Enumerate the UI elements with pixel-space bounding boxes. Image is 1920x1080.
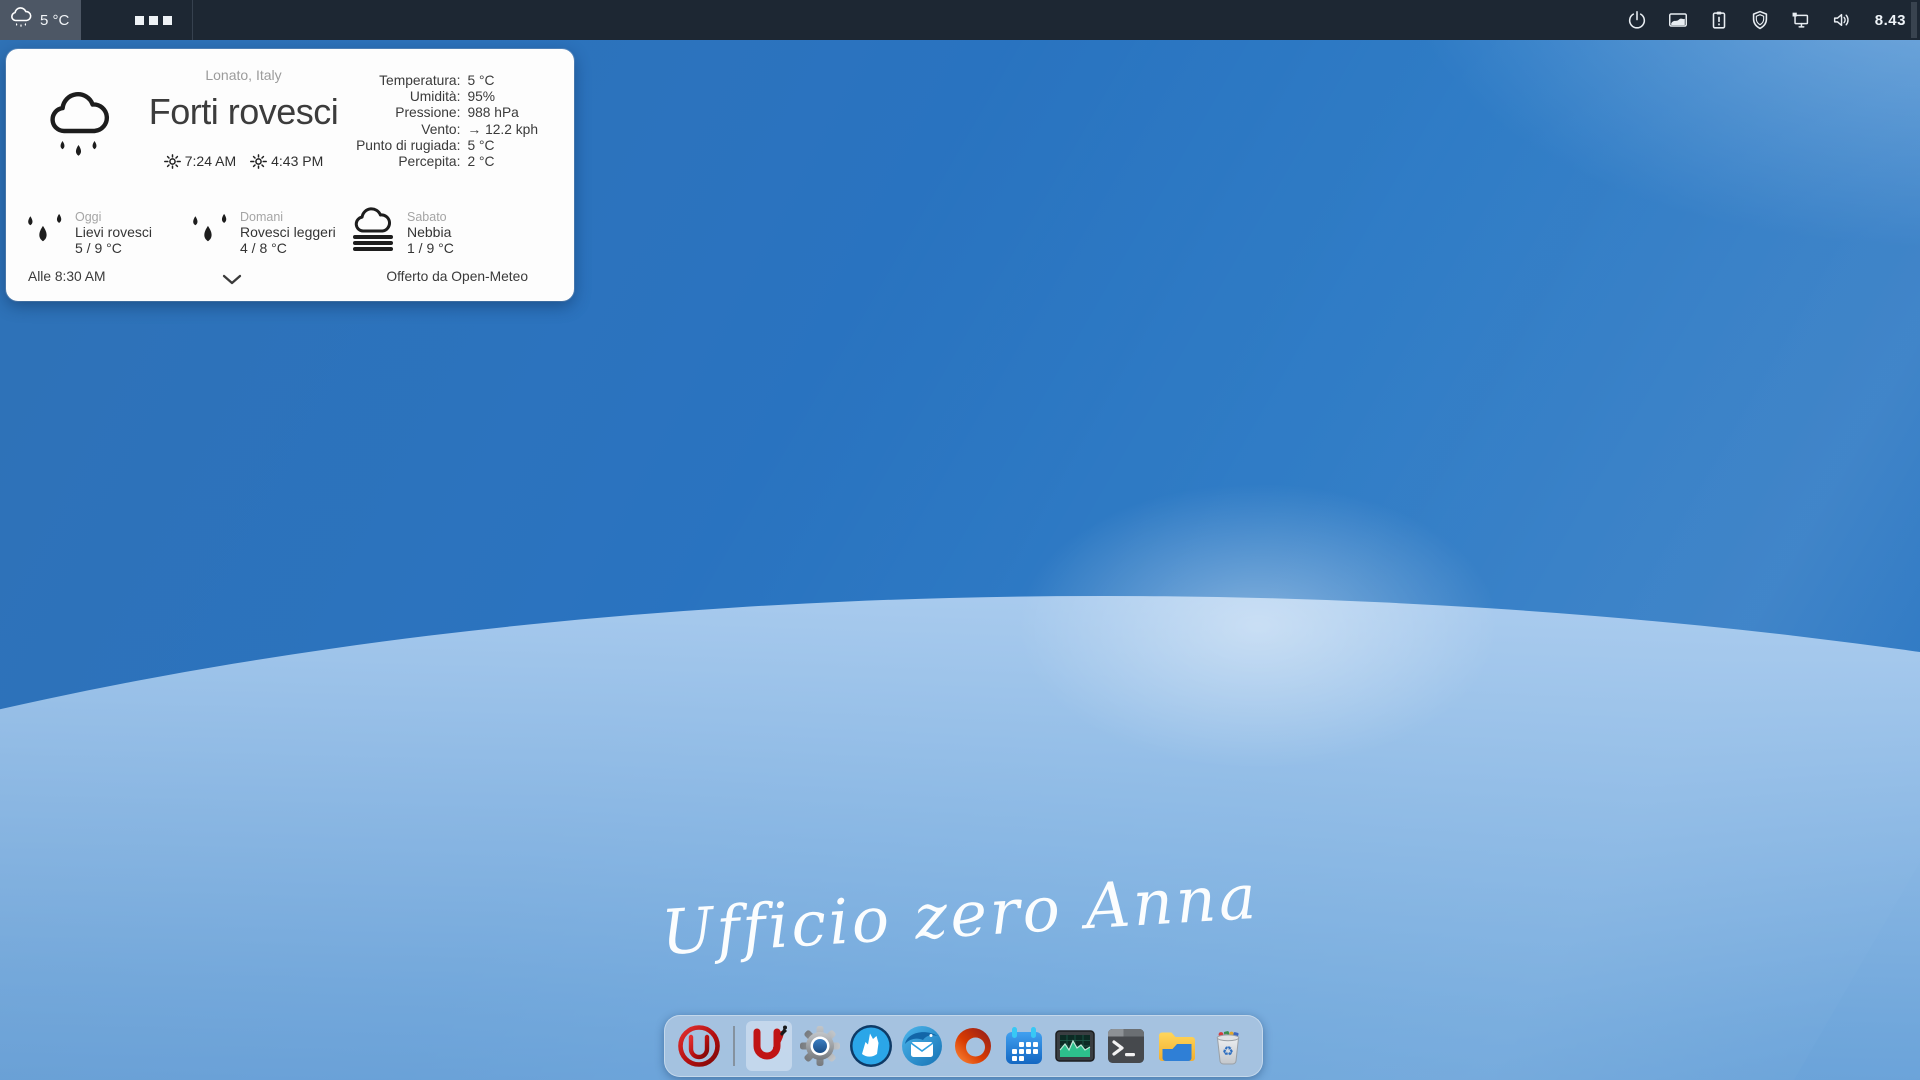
panel-clock[interactable]: 8.43 (1875, 12, 1906, 29)
sunrise-row: 7:24 AM (164, 153, 236, 169)
dock-item-trash[interactable]: ♻ (1205, 1021, 1251, 1071)
dock-item-office[interactable] (950, 1021, 996, 1071)
detail-label: Pressione: (356, 106, 460, 120)
rain-drops-icon (185, 207, 231, 258)
svg-text:♻: ♻ (1222, 1045, 1234, 1060)
detail-label: Percepita: (356, 155, 460, 169)
weather-updated: Alle 8:30 AM (28, 269, 105, 284)
weather-condition: Forti rovesci (101, 91, 386, 133)
dock-item-terminal[interactable] (1103, 1021, 1149, 1071)
weather-popover: Lonato, Italy Forti rovesci 7:24 AM 4:43… (6, 49, 574, 301)
weather-card-main: Lonato, Italy Forti rovesci 7:24 AM 4:43… (101, 67, 386, 169)
display-brightness-icon[interactable] (1666, 8, 1690, 32)
forecast-temps: 1 / 9 °C (407, 240, 454, 256)
calendar-icon (1002, 1024, 1046, 1068)
rain-cloud-icon (8, 6, 34, 34)
office-icon (951, 1024, 995, 1068)
panel-weather-applet[interactable]: 5 °C (0, 0, 81, 40)
volume-icon[interactable] (1830, 8, 1854, 32)
system-tray: 8.43 (1625, 0, 1906, 40)
panel-edge-widget[interactable] (1911, 2, 1917, 38)
thunderbird-icon (900, 1024, 944, 1068)
shield-icon[interactable] (1748, 8, 1772, 32)
chevron-down-icon[interactable] (218, 270, 246, 288)
forecast-temps: 4 / 8 °C (240, 240, 336, 256)
forecast-condition: Nebbia (407, 224, 454, 240)
sunrise-time: 7:24 AM (185, 153, 236, 169)
dock: ♻ (664, 1015, 1263, 1077)
dock-item-system-monitor[interactable] (1052, 1021, 1098, 1071)
panel-separator (192, 0, 193, 40)
detail-value: 2 °C (467, 155, 538, 169)
dock-item-settings[interactable] (797, 1021, 843, 1071)
dock-item-ufficio-zero-installer[interactable] (746, 1021, 792, 1071)
detail-value: 988 hPa (467, 106, 538, 120)
power-icon[interactable] (1625, 8, 1649, 32)
detail-label: Umidità: (356, 90, 460, 104)
sunset-row: 4:43 PM (250, 153, 323, 169)
forecast-condition: Rovesci leggeri (240, 224, 336, 240)
dock-item-file-manager[interactable] (1154, 1021, 1200, 1071)
clipboard-alert-icon[interactable] (1707, 8, 1731, 32)
grid-dots-icon (135, 16, 144, 25)
ufficio-zero-logo-icon (677, 1024, 721, 1068)
detail-label: Temperatura: (356, 74, 460, 88)
weather-location: Lonato, Italy (101, 67, 386, 83)
detail-label: Vento: (356, 123, 460, 137)
detail-value: → 12.2 kph (467, 123, 538, 137)
wallpaper-glow (938, 436, 1578, 816)
detail-label: Punto di rugiada: (356, 139, 460, 153)
forecast-today: Oggi Lievi rovesci 5 / 9 °C (20, 207, 185, 258)
dock-item-librewolf[interactable] (848, 1021, 894, 1071)
forecast-tomorrow: Domani Rovesci leggeri 4 / 8 °C (185, 207, 350, 258)
librewolf-icon (849, 1024, 893, 1068)
detail-value: 5 °C (467, 74, 538, 88)
forecast-saturday: Sabato Nebbia 1 / 9 °C (350, 207, 515, 258)
gear-icon (798, 1024, 842, 1068)
weather-details: Temperatura: 5 °C Umidità: 95% Pressione… (356, 74, 538, 169)
trash-full-icon: ♻ (1206, 1024, 1250, 1068)
sunrise-icon (164, 154, 181, 169)
detail-value: 95% (467, 90, 538, 104)
weather-card-footer: Alle 8:30 AM Offerto da Open-Meteo (6, 269, 574, 289)
dock-separator (733, 1026, 735, 1066)
weather-attribution: Offerto da Open-Meteo (386, 269, 528, 284)
system-monitor-icon (1053, 1024, 1097, 1068)
ufficio-zero-installer-icon (749, 1024, 789, 1068)
top-panel: 5 °C (0, 0, 1920, 40)
forecast-condition: Lievi rovesci (75, 224, 152, 240)
terminal-icon (1104, 1024, 1148, 1068)
forecast-day: Sabato (407, 210, 454, 224)
dock-item-thunderbird[interactable] (899, 1021, 945, 1071)
sunset-icon (250, 154, 267, 169)
forecast-day: Oggi (75, 210, 152, 224)
folder-icon (1155, 1024, 1199, 1068)
network-icon[interactable] (1789, 8, 1813, 32)
rain-drops-icon (20, 207, 66, 258)
forecast-row: Oggi Lievi rovesci 5 / 9 °C Domani Roves… (20, 207, 560, 258)
panel-weather-temp: 5 °C (40, 12, 69, 29)
panel-menu-button[interactable] (131, 0, 176, 40)
detail-value: 5 °C (467, 139, 538, 153)
sunset-time: 4:43 PM (271, 153, 323, 169)
forecast-temps: 5 / 9 °C (75, 240, 152, 256)
fog-icon (350, 207, 398, 258)
dock-item-calendar[interactable] (1001, 1021, 1047, 1071)
dock-item-ufficio-zero-menu[interactable] (676, 1021, 722, 1071)
forecast-day: Domani (240, 210, 336, 224)
